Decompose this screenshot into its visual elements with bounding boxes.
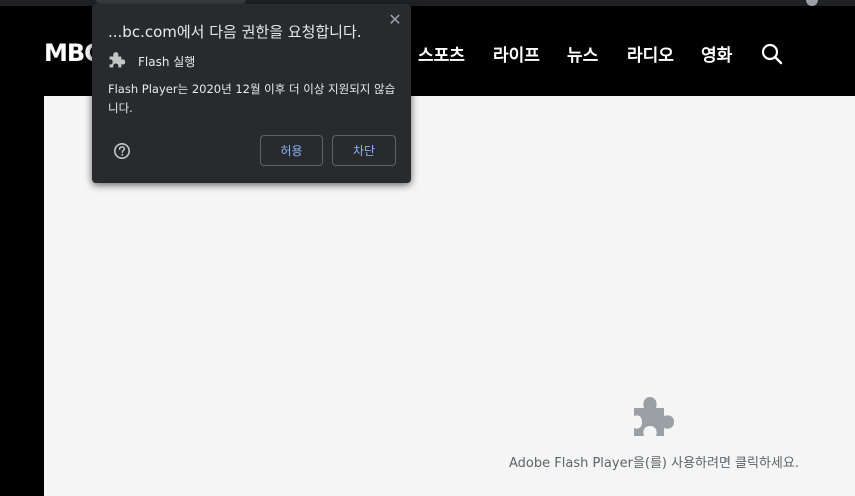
nav-item-life[interactable]: 라이프 (493, 41, 540, 66)
permission-label: Flash 실행 (138, 55, 196, 69)
permission-popup: ...bc.com에서 다음 권한을 요청합니다. ✕ Flash 실행 Fla… (92, 4, 411, 183)
allow-button[interactable]: 허용 (260, 135, 323, 166)
search-icon[interactable] (760, 42, 784, 66)
nav-item-movie[interactable]: 영화 (701, 41, 732, 66)
flash-activate-text[interactable]: Adobe Flash Player을(를) 사용하려면 클릭하세요. (504, 452, 804, 471)
left-black-bar (0, 96, 44, 496)
block-button[interactable]: 차단 (332, 135, 396, 166)
nav-item-news[interactable]: 뉴스 (567, 41, 598, 66)
puzzle-piece-icon[interactable] (630, 394, 676, 440)
puzzle-piece-icon (109, 52, 126, 68)
close-icon[interactable]: ✕ (386, 11, 404, 29)
popup-message: Flash Player는 2020년 12월 이후 더 이상 지원되지 않습니… (108, 82, 396, 115)
nav-item-sports[interactable]: 스포츠 (418, 41, 465, 66)
popup-title: ...bc.com에서 다음 권한을 요청합니다. (108, 23, 362, 41)
help-icon[interactable] (113, 142, 131, 160)
nav-item-radio[interactable]: 라디오 (627, 41, 674, 66)
